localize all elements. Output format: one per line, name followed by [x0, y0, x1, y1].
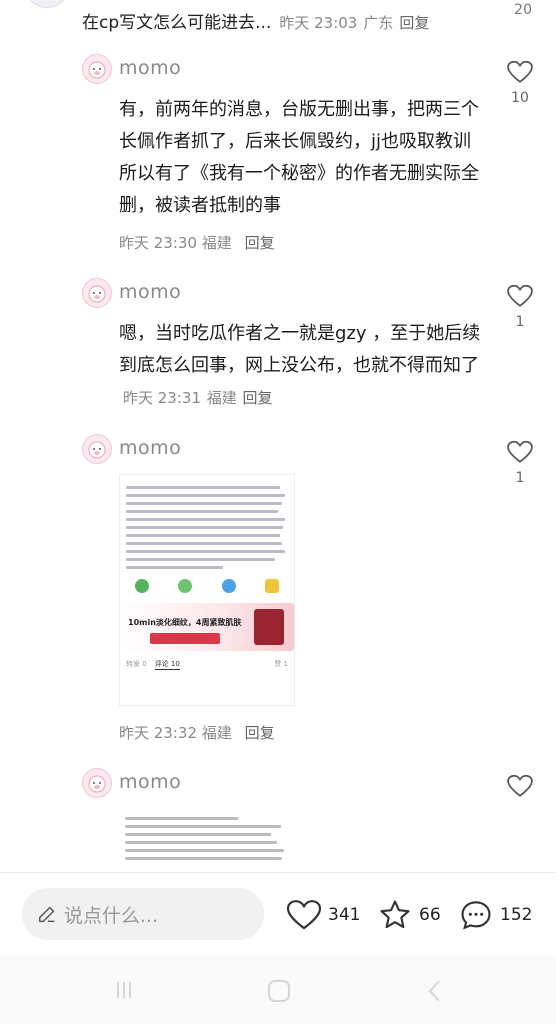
- chat-bubble-icon: [461, 901, 491, 930]
- tab-repost: 转发 0: [126, 660, 147, 668]
- home-icon[interactable]: [266, 978, 292, 1004]
- comment-text: 在cp写文怎么可能进去... 昨天 23:03 广东 回复: [82, 8, 429, 33]
- screenshot-tabs: 转发 0 评论 10 赞 1: [120, 659, 294, 670]
- qq-icon: [221, 579, 236, 593]
- recent-apps-icon[interactable]: [112, 978, 136, 1002]
- heart-icon: [286, 900, 322, 930]
- qzone-icon: [265, 579, 280, 593]
- divider: [0, 872, 556, 873]
- username[interactable]: momo: [119, 771, 181, 793]
- input-placeholder: 说点什么...: [64, 904, 159, 927]
- comment-location: 广东: [363, 14, 394, 32]
- like-button[interactable]: 1: [502, 284, 538, 330]
- like-count: 10: [511, 90, 529, 106]
- avatar[interactable]: [82, 54, 112, 84]
- like-button[interactable]: [502, 774, 538, 802]
- comment-text: 嗯，当时吃瓜作者之一就是gzy ，至于她后续到底怎么回事，网上没公布，也就不得而…: [119, 318, 489, 414]
- comment-body: 在cp写文怎么可能进去...: [82, 13, 272, 33]
- comments-button[interactable]: 152: [458, 896, 532, 934]
- moments-icon: [178, 579, 193, 593]
- heart-icon: [507, 774, 533, 797]
- pig-avatar-icon: [88, 61, 106, 79]
- ad-button: [150, 633, 220, 644]
- pig-avatar-icon: [88, 285, 106, 303]
- collect-count: 66: [419, 905, 441, 925]
- comment-time: 昨天 23:03: [279, 14, 358, 32]
- ad-banner: 10min淡化细纹，4周紧致肌肤: [120, 603, 294, 651]
- comment-meta: 昨天 23:32 福建 回复: [119, 722, 275, 743]
- like-button[interactable]: 1: [502, 440, 538, 486]
- comment-body: 嗯，当时吃瓜作者之一就是gzy ，至于她后续到底怎么回事，网上没公布，也就不得而…: [119, 323, 481, 376]
- comment-location: 福建: [201, 724, 232, 742]
- system-nav-bar: [0, 956, 556, 1024]
- comment-image[interactable]: 10min淡化细纹，4周紧致肌肤 转发 0 评论 10 赞 1: [119, 474, 295, 706]
- product-image: [254, 609, 284, 645]
- comment-count: 152: [500, 905, 533, 925]
- avatar[interactable]: [26, 0, 68, 8]
- share-row: [120, 579, 294, 593]
- reply-button[interactable]: 回复: [399, 14, 429, 32]
- screenshot-text-block: [120, 475, 294, 569]
- reply-button[interactable]: 回复: [242, 389, 272, 407]
- comment-meta: 昨天 23:30 福建 回复: [119, 232, 275, 253]
- tab-comments: 评论 10: [154, 660, 180, 670]
- comment-body: 有，前两年的消息，台版无删出事，把两三个长佩作者抓了，后来长佩毁约，jj也吸取教…: [119, 99, 479, 216]
- heart-icon: [507, 440, 533, 463]
- comment-image[interactable]: [119, 808, 293, 872]
- comment-location: 福建: [201, 234, 232, 252]
- back-icon[interactable]: [424, 978, 446, 1004]
- post-like-button[interactable]: 341: [286, 896, 360, 934]
- pig-avatar-icon: [88, 441, 106, 459]
- screenshot-text-block: [119, 808, 293, 860]
- reply-button[interactable]: 回复: [245, 234, 275, 252]
- avatar[interactable]: [82, 278, 112, 308]
- avatar[interactable]: [82, 768, 112, 798]
- tab-likes: 赞 1: [274, 660, 288, 668]
- comment-location: 福建: [206, 389, 237, 407]
- heart-icon: [507, 60, 533, 83]
- ad-text: 10min淡化细纹，4周紧致肌肤: [128, 618, 242, 627]
- like-button[interactable]: 10: [502, 60, 538, 106]
- star-icon: [380, 900, 410, 929]
- heart-icon: [507, 284, 533, 307]
- comment-input[interactable]: 说点什么...: [22, 888, 264, 940]
- like-count: 1: [515, 314, 525, 330]
- username[interactable]: momo: [119, 281, 181, 303]
- comment-time: 昨天 23:31: [123, 389, 201, 407]
- comment-time: 昨天 23:30: [119, 234, 197, 252]
- username[interactable]: momo: [119, 437, 181, 459]
- username[interactable]: momo: [119, 57, 181, 79]
- like-count: 341: [328, 905, 361, 925]
- reply-button[interactable]: 回复: [245, 724, 275, 742]
- collect-button[interactable]: 66: [377, 896, 441, 934]
- like-count: 1: [515, 470, 525, 486]
- like-count: 20: [514, 2, 532, 18]
- pig-avatar-icon: [88, 775, 106, 793]
- wechat-icon: [134, 579, 149, 593]
- pencil-icon: [38, 906, 55, 923]
- avatar[interactable]: [82, 434, 112, 464]
- comment-time: 昨天 23:32: [119, 724, 197, 742]
